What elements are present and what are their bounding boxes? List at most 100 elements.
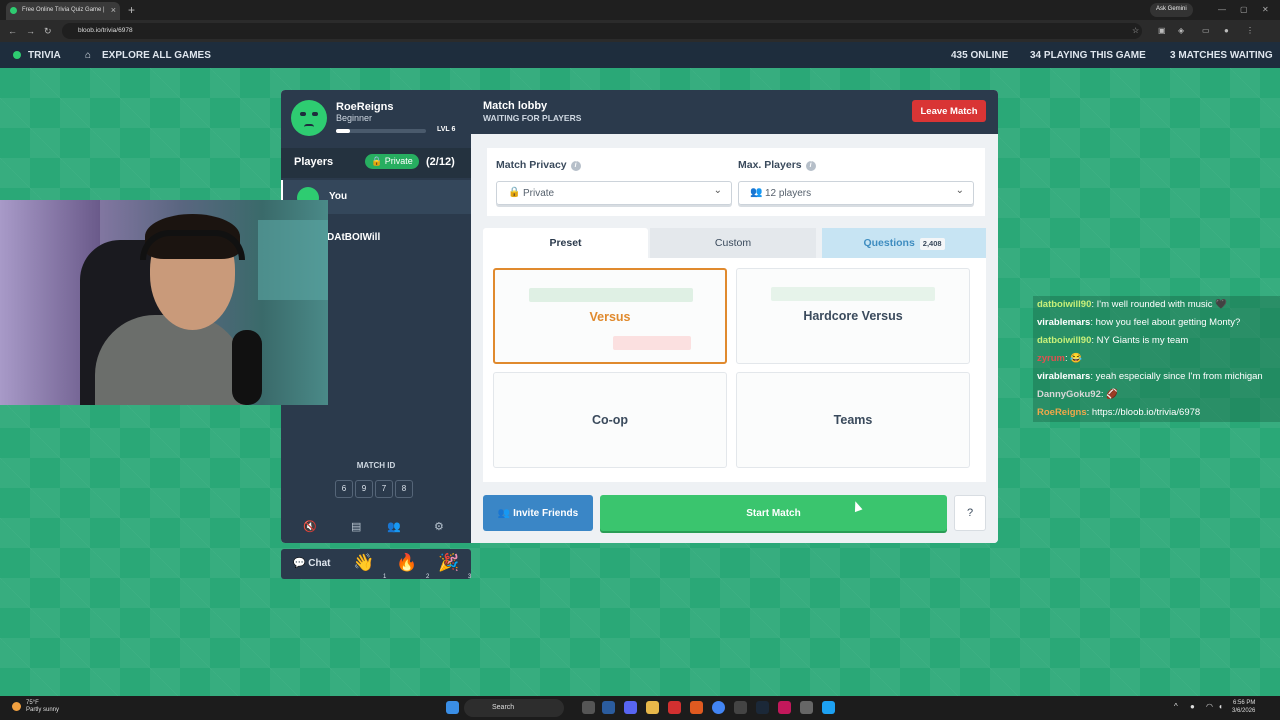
leave-match-button[interactable]: Leave Match: [912, 100, 986, 122]
mode-hardcore-versus-card[interactable]: Hardcore Versus: [736, 268, 970, 364]
news-icon[interactable]: ▤: [351, 520, 361, 533]
reaction-key: 1: [383, 574, 387, 580]
mute-icon[interactable]: 🔇: [303, 520, 317, 533]
os-taskbar: 75°F Partly sunny Search ^ ● ◠ ◖ 6:56 PM 3…: [0, 696, 1280, 720]
discord-icon[interactable]: [624, 701, 637, 714]
xp-progress-bar: [336, 129, 426, 133]
app-icon[interactable]: [668, 701, 681, 714]
chat-text: : I'm well rounded with music 🖤: [1091, 299, 1227, 310]
steam-icon[interactable]: [756, 701, 769, 714]
chat-text: : how you feel about getting Monty?: [1090, 317, 1241, 328]
mode-teams-card[interactable]: Teams: [736, 372, 970, 468]
app-icon[interactable]: [690, 701, 703, 714]
bookmark-star-icon[interactable]: ☆: [1132, 26, 1139, 35]
player-name: You: [329, 191, 348, 202]
mode-coop-card[interactable]: Co-op: [493, 372, 727, 468]
chat-user: datboiwill90: [1037, 335, 1092, 346]
chrome-icon[interactable]: [712, 701, 725, 714]
matches-waiting-count: 3 MATCHES WAITING: [1170, 50, 1273, 61]
match-id-digit: 9: [355, 480, 373, 498]
extension-icon[interactable]: ▣: [1158, 26, 1166, 35]
status-dot-icon: [13, 51, 21, 59]
extensions-puzzle-icon[interactable]: ◈: [1178, 26, 1184, 35]
tab-custom[interactable]: Custom: [650, 228, 816, 258]
reaction-key: 3: [468, 574, 472, 580]
microphone-icon: [232, 330, 262, 405]
tray-icon[interactable]: ●: [1190, 702, 1195, 711]
ask-gemini-button[interactable]: Ask Gemini: [1150, 3, 1193, 17]
app-icon[interactable]: [800, 701, 813, 714]
task-view-icon[interactable]: [582, 701, 595, 714]
menu-dots-icon[interactable]: ⋮: [1246, 26, 1254, 35]
wave-reaction-icon[interactable]: 👋: [353, 553, 374, 573]
tab-questions[interactable]: Questions 2,408: [822, 228, 986, 258]
tab-preset[interactable]: Preset: [483, 228, 648, 258]
max-players-value: 12 players: [765, 188, 812, 199]
chat-text: : NY Giants is my team: [1091, 335, 1189, 346]
match-privacy-select[interactable]: 🔒 Private ⌄: [496, 181, 732, 205]
webcam-overlay: [0, 200, 328, 405]
taskbar-search[interactable]: Search: [464, 699, 564, 717]
chat-user: RoeReigns: [1037, 407, 1087, 418]
file-explorer-icon[interactable]: [646, 701, 659, 714]
forward-icon[interactable]: →: [26, 26, 35, 36]
mode-versus-card[interactable]: Versus: [493, 268, 727, 364]
windows-start-icon[interactable]: [446, 701, 459, 714]
weather-icon: [12, 702, 21, 711]
app-icon[interactable]: [734, 701, 747, 714]
fire-reaction-icon[interactable]: 🔥: [396, 553, 417, 573]
chat-user: zyrum: [1037, 353, 1065, 364]
party-reaction-icon[interactable]: 🎉: [438, 553, 459, 573]
gear-icon[interactable]: ⚙: [434, 520, 444, 533]
weather-widget[interactable]: 75°F Partly sunny: [26, 700, 59, 714]
mode-name: Co-op: [591, 413, 629, 427]
chat-message: virablemars: yeah especially since I'm f…: [1033, 368, 1280, 386]
url-field[interactable]: bloob.io/trivia/6978: [62, 23, 1142, 39]
reaction-key: 2: [426, 574, 430, 580]
chat-bar: 💬 Chat 👋 1 🔥 2 🎉 3: [281, 549, 472, 580]
chat-message: virablemars: how you feel about getting …: [1033, 314, 1280, 332]
chevron-down-icon: ⌄: [713, 185, 722, 196]
reload-icon[interactable]: ↻: [44, 26, 52, 37]
start-match-button[interactable]: Start Match: [600, 495, 947, 531]
max-players-select[interactable]: 👥 12 players ⌄: [738, 181, 974, 205]
profile-name: RoeReigns: [336, 101, 394, 113]
site-header: TRIVIA ⌂ EXPLORE ALL GAMES 435 ONLINE 34…: [0, 42, 1280, 68]
invite-friends-button[interactable]: 👥 Invite Friends: [483, 495, 593, 531]
headphones-icon: [140, 230, 245, 260]
chat-user: DannyGoku92: [1037, 389, 1101, 400]
close-window-icon[interactable]: ✕: [1262, 5, 1269, 14]
back-icon[interactable]: ←: [8, 26, 17, 36]
app-icon[interactable]: [822, 701, 835, 714]
lobby-header: Match lobby WAITING FOR PLAYERS Leave Ma…: [471, 90, 998, 134]
close-tab-icon[interactable]: ×: [111, 5, 116, 15]
taskbar-clock[interactable]: 6:56 PM 3/6/2026: [1232, 699, 1255, 715]
chat-user: virablemars: [1037, 371, 1091, 382]
lock-icon: 🔒: [508, 187, 521, 198]
url-text: bloob.io/trivia/6978: [78, 27, 133, 34]
players-icon[interactable]: 👥: [387, 520, 401, 533]
player-name: DAtBOIWill: [327, 232, 381, 243]
volume-icon[interactable]: ◖: [1218, 702, 1223, 711]
sidepanel-icon[interactable]: ▭: [1202, 26, 1210, 35]
explore-all-games-link[interactable]: EXPLORE ALL GAMES: [102, 50, 211, 61]
lobby-actions: 👥 Invite Friends Start Match ?: [483, 495, 986, 531]
players-icon: 👥: [750, 187, 763, 198]
help-button[interactable]: ?: [954, 495, 986, 531]
minimize-icon[interactable]: —: [1218, 5, 1226, 14]
app-icon[interactable]: [602, 701, 615, 714]
questions-count-badge: 2,408: [919, 238, 945, 250]
app-icon[interactable]: [778, 701, 791, 714]
match-id-digit: 6: [335, 480, 353, 498]
tray-chevron-icon[interactable]: ^: [1174, 702, 1178, 711]
browser-tab[interactable]: Free Online Trivia Quiz Game | ×: [6, 2, 120, 20]
match-privacy-label: Match Privacy i: [496, 159, 581, 171]
brand-link[interactable]: TRIVIA: [28, 50, 61, 61]
wifi-icon[interactable]: ◠: [1206, 702, 1213, 711]
profile-icon[interactable]: ●: [1224, 26, 1229, 35]
level-label: LVL 6: [437, 126, 456, 133]
players-title: Players: [294, 156, 334, 168]
chat-button[interactable]: 💬 Chat: [293, 558, 330, 569]
maximize-icon[interactable]: ▢: [1240, 5, 1248, 14]
new-tab-icon[interactable]: +: [128, 3, 135, 17]
